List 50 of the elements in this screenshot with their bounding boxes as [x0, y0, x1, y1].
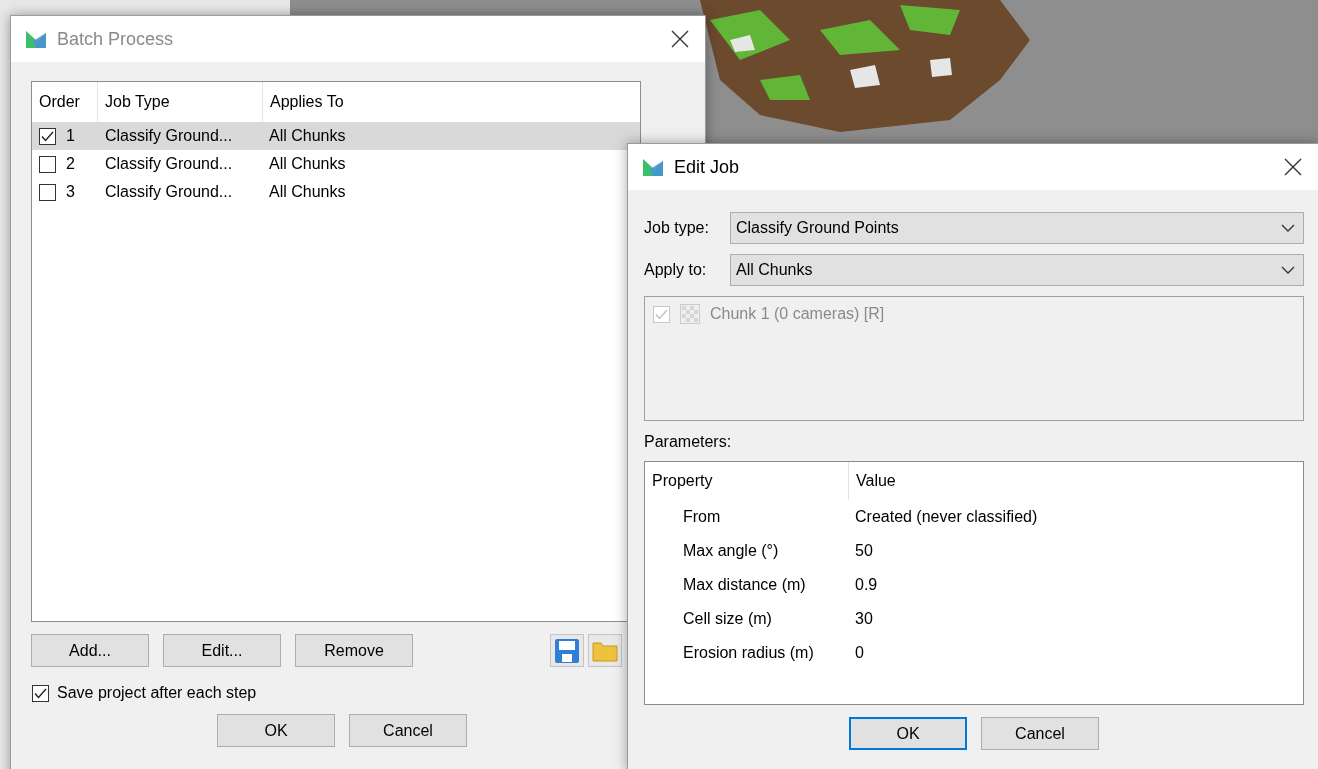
table-cell-text: Max angle (°) [682, 542, 780, 560]
dialog-button[interactable]: OK [849, 717, 967, 750]
column-header[interactable]: Value [849, 462, 1303, 500]
dialog-button[interactable]: Cancel [981, 717, 1099, 750]
table-row[interactable]: 3 Classify Ground... All Chunks [32, 178, 640, 206]
column-header[interactable]: Property [645, 462, 849, 500]
table-cell-text: 50 [854, 542, 874, 560]
field-label: Apply to: [644, 261, 708, 279]
app-logo-icon [642, 157, 664, 177]
table-cell-text: Created (never classified) [854, 508, 1039, 526]
window-title: Edit Job [674, 156, 741, 178]
table-cell-text: Max distance (m) [682, 576, 807, 594]
dialog-button[interactable]: Cancel [349, 714, 467, 747]
table-cell: 1 [66, 127, 75, 145]
section-label: Parameters: [644, 433, 733, 451]
dialog-button[interactable]: OK [217, 714, 335, 747]
job-type-dropdown[interactable]: Classify Ground Points [730, 212, 1304, 244]
table-cell: 2 [66, 155, 75, 173]
table-row[interactable]: 2 Classify Ground... All Chunks [32, 150, 640, 178]
table-cell: 3 [66, 183, 75, 201]
table-cell-text: Classify Ground... [104, 155, 234, 173]
table-cell-text: All Chunks [268, 127, 347, 145]
chevron-down-icon [1281, 266, 1295, 274]
table-cell-text: 30 [854, 610, 874, 628]
table-cell-text: Erosion radius (m) [682, 644, 815, 662]
checkbox[interactable] [39, 183, 56, 201]
app-logo-icon [25, 29, 47, 49]
table-cell-text: Classify Ground... [104, 127, 234, 145]
table-row[interactable]: 1 Classify Ground... All Chunks [32, 122, 640, 150]
table-cell-text: Cell size (m) [682, 610, 773, 628]
table-cell-text: From [682, 508, 722, 526]
apply-to-dropdown[interactable]: All Chunks [730, 254, 1304, 286]
save-icon[interactable] [550, 634, 584, 667]
checkbox-label: Save project after each step [57, 684, 257, 702]
table-cell-text: 0.9 [854, 576, 879, 594]
action-button[interactable]: Add... [31, 634, 149, 667]
field-label: Job type: [644, 219, 710, 237]
action-button[interactable]: Remove [295, 634, 413, 667]
table-cell-text: 0 [854, 644, 865, 662]
checkbox[interactable] [39, 155, 56, 173]
action-button[interactable]: Edit... [163, 634, 281, 667]
chunk-icon [680, 304, 700, 324]
window-title: Batch Process [57, 28, 175, 50]
checkbox[interactable] [32, 684, 49, 702]
table-cell-text: All Chunks [268, 155, 347, 173]
table-cell-text: Classify Ground... [104, 183, 234, 201]
table-cell-text: All Chunks [268, 183, 347, 201]
chevron-down-icon [1281, 224, 1295, 232]
checkbox[interactable] [39, 127, 56, 145]
column-header[interactable]: Applies To [263, 82, 640, 122]
